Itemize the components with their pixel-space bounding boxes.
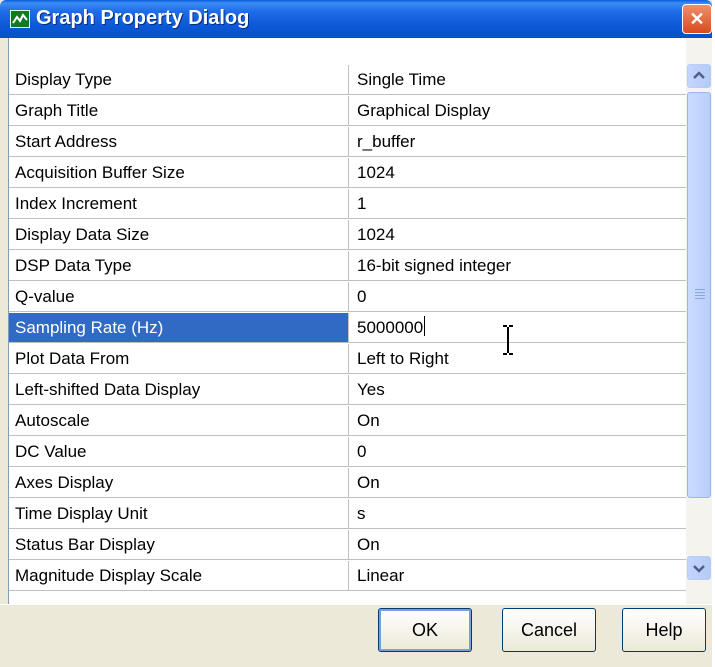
scroll-up-button[interactable] bbox=[687, 64, 711, 88]
property-grid: Display Type Single Time Graph Title Graphi… bbox=[8, 38, 713, 604]
property-value[interactable]: Single Time bbox=[349, 65, 687, 95]
property-name: Display Type bbox=[9, 65, 349, 95]
property-row[interactable]: Display Type Single Time bbox=[9, 65, 687, 96]
property-value[interactable]: Linear bbox=[349, 561, 687, 591]
property-value[interactable]: Left to Right bbox=[349, 344, 687, 374]
text-caret bbox=[424, 316, 426, 336]
property-value[interactable]: s bbox=[349, 499, 687, 529]
vertical-scrollbar[interactable] bbox=[686, 38, 712, 604]
property-name: Q-value bbox=[9, 282, 349, 312]
dialog-title: Graph Property Dialog bbox=[36, 7, 250, 29]
property-name: Start Address bbox=[9, 127, 349, 157]
graph-property-dialog: Graph Property Dialog ✕ Display Type Sing… bbox=[0, 0, 713, 667]
text-cursor-icon bbox=[503, 325, 513, 355]
close-icon: ✕ bbox=[689, 9, 705, 29]
cancel-button[interactable]: Cancel bbox=[502, 608, 596, 652]
ok-button[interactable]: OK bbox=[378, 608, 472, 652]
property-value[interactable]: Graphical Display bbox=[349, 96, 687, 126]
property-value[interactable]: On bbox=[349, 530, 687, 560]
property-row[interactable]: Axes Display On bbox=[9, 468, 687, 499]
scroll-down-button[interactable] bbox=[687, 556, 711, 580]
thumb-grip bbox=[695, 295, 705, 296]
property-value[interactable]: Yes bbox=[349, 375, 687, 405]
thumb-grip bbox=[695, 289, 705, 290]
property-value[interactable]: 1024 bbox=[349, 158, 687, 188]
property-name: Magnitude Display Scale bbox=[9, 561, 349, 591]
thumb-grip bbox=[695, 292, 705, 293]
title-bar[interactable]: Graph Property Dialog ✕ bbox=[0, 0, 712, 38]
thumb-grip bbox=[695, 298, 705, 299]
property-name: Plot Data From bbox=[9, 344, 349, 374]
property-value-editor[interactable]: 5000000 bbox=[349, 313, 687, 343]
property-name: Index Increment bbox=[9, 189, 349, 219]
property-name: DSP Data Type bbox=[9, 251, 349, 281]
property-row[interactable]: Status Bar Display On bbox=[9, 530, 687, 561]
property-row[interactable]: Acquisition Buffer Size 1024 bbox=[9, 158, 687, 189]
property-row[interactable]: Plot Data From Left to Right bbox=[9, 344, 687, 375]
property-row[interactable]: DSP Data Type 16-bit signed integer bbox=[9, 251, 687, 282]
property-row[interactable]: Start Address r_buffer bbox=[9, 127, 687, 158]
graph-icon bbox=[10, 10, 30, 28]
property-row[interactable]: Sampling Rate (Hz) 5000000 bbox=[9, 313, 687, 344]
property-value[interactable]: On bbox=[349, 406, 687, 436]
property-row[interactable]: Graph Title Graphical Display bbox=[9, 96, 687, 127]
help-button[interactable]: Help bbox=[622, 608, 706, 652]
property-name: Axes Display bbox=[9, 468, 349, 498]
property-row[interactable]: Left-shifted Data Display Yes bbox=[9, 375, 687, 406]
property-name: Display Data Size bbox=[9, 220, 349, 250]
property-row[interactable]: Index Increment 1 bbox=[9, 189, 687, 220]
property-value[interactable]: 1 bbox=[349, 189, 687, 219]
property-name: Acquisition Buffer Size bbox=[9, 158, 349, 188]
button-bar bbox=[0, 604, 712, 667]
property-name: Status Bar Display bbox=[9, 530, 349, 560]
property-name: Left-shifted Data Display bbox=[9, 375, 349, 405]
property-name: Sampling Rate (Hz) bbox=[9, 313, 349, 343]
chevron-up-icon bbox=[693, 71, 705, 79]
scroll-thumb[interactable] bbox=[687, 92, 711, 498]
property-row[interactable]: Display Data Size 1024 bbox=[9, 220, 687, 251]
property-value[interactable]: 1024 bbox=[349, 220, 687, 250]
property-name: Time Display Unit bbox=[9, 499, 349, 529]
property-row[interactable]: Q-value 0 bbox=[9, 282, 687, 313]
property-value[interactable]: r_buffer bbox=[349, 127, 687, 157]
property-row[interactable]: DC Value 0 bbox=[9, 437, 687, 468]
property-value[interactable]: 0 bbox=[349, 437, 687, 467]
property-row-partial[interactable]: Magnitude Display Scale Linear bbox=[9, 561, 687, 592]
property-value[interactable]: On bbox=[349, 468, 687, 498]
property-row[interactable]: Time Display Unit s bbox=[9, 499, 687, 530]
property-name: Graph Title bbox=[9, 96, 349, 126]
chevron-down-icon bbox=[693, 565, 705, 573]
close-button[interactable]: ✕ bbox=[682, 4, 712, 34]
property-row[interactable]: Autoscale On bbox=[9, 406, 687, 437]
property-name: Autoscale bbox=[9, 406, 349, 436]
property-name: DC Value bbox=[9, 437, 349, 467]
property-value[interactable]: 16-bit signed integer bbox=[349, 251, 687, 281]
property-value[interactable]: 0 bbox=[349, 282, 687, 312]
